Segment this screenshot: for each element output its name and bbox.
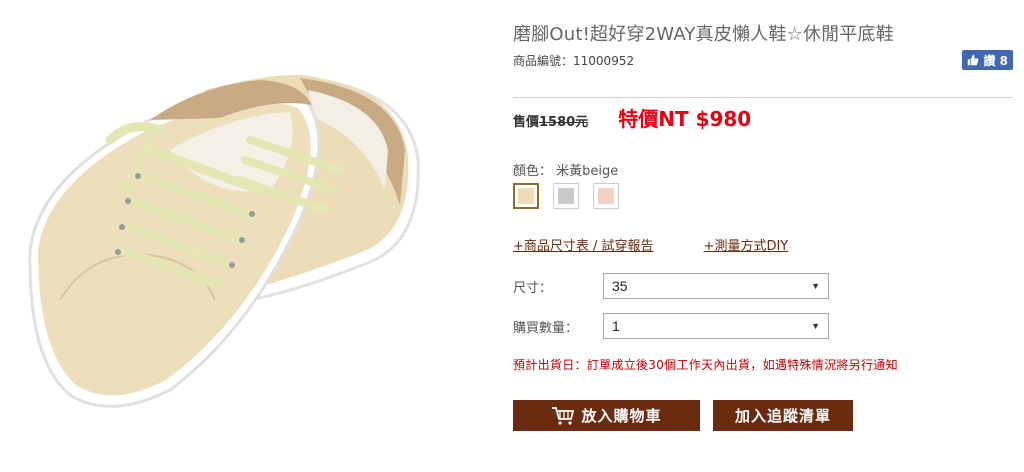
shoe-illustration	[28, 74, 420, 408]
add-to-wishlist-button[interactable]: 加入追蹤清單	[713, 400, 853, 431]
swatch-gray[interactable]	[553, 183, 579, 209]
color-swatches	[513, 183, 619, 209]
quantity-value: 1	[612, 318, 620, 334]
color-label: 顏色：	[513, 164, 553, 179]
swatch-beige[interactable]	[513, 183, 539, 209]
facebook-like-button[interactable]: 讚 8	[962, 50, 1013, 70]
price-row: 售價 1580元 特價NT $980	[513, 103, 751, 132]
product-title: 磨腳Out!超好穿2WAY真皮懶人鞋☆休閒平底鞋	[513, 24, 894, 45]
product-info-panel: 磨腳Out!超好穿2WAY真皮懶人鞋☆休閒平底鞋 商品編號：11000952 讚…	[513, 0, 1013, 468]
thumbs-up-icon	[968, 54, 979, 66]
size-select[interactable]: 35 ▼	[603, 273, 829, 299]
quantity-label: 購買數量：	[513, 320, 579, 336]
action-buttons: 放入購物車 加入追蹤清單	[513, 400, 853, 431]
color-selected-name: 米黃beige	[556, 164, 619, 179]
product-image	[0, 0, 480, 468]
quantity-select[interactable]: 1 ▼	[603, 313, 829, 339]
divider	[513, 97, 1013, 98]
sale-price: 特價NT $980	[618, 107, 752, 131]
add-to-cart-button[interactable]: 放入購物車	[513, 400, 700, 431]
shipping-note: 預計出貨日：訂單成立後30個工作天內出貨，如遇特殊情況將另行通知	[513, 358, 898, 372]
color-label-row: 顏色： 米黃beige	[513, 160, 618, 179]
sku-value: 11000952	[573, 54, 635, 68]
size-label: 尺寸：	[513, 280, 553, 296]
size-chart-link[interactable]: +商品尺寸表 / 試穿報告	[513, 235, 654, 254]
product-sku: 商品編號：11000952	[513, 52, 634, 69]
like-count: 讚 8	[983, 53, 1008, 68]
sku-label: 商品編號：	[513, 54, 574, 68]
measure-method-link[interactable]: +測量方式DIY	[704, 235, 789, 254]
info-links: +商品尺寸表 / 試穿報告 +測量方式DIY	[513, 235, 788, 254]
swatch-pink[interactable]	[593, 183, 619, 209]
size-value: 35	[612, 278, 628, 294]
size-row: 尺寸： 35 ▼	[513, 273, 829, 299]
dropdown-arrow-icon: ▼	[811, 321, 820, 331]
quantity-row: 購買數量： 1 ▼	[513, 313, 829, 339]
shopping-cart-icon	[552, 406, 575, 425]
add-to-cart-label: 放入購物車	[581, 407, 662, 425]
original-price: 1580元	[539, 115, 589, 130]
dropdown-arrow-icon: ▼	[811, 281, 820, 291]
original-price-label: 售價	[513, 115, 540, 130]
